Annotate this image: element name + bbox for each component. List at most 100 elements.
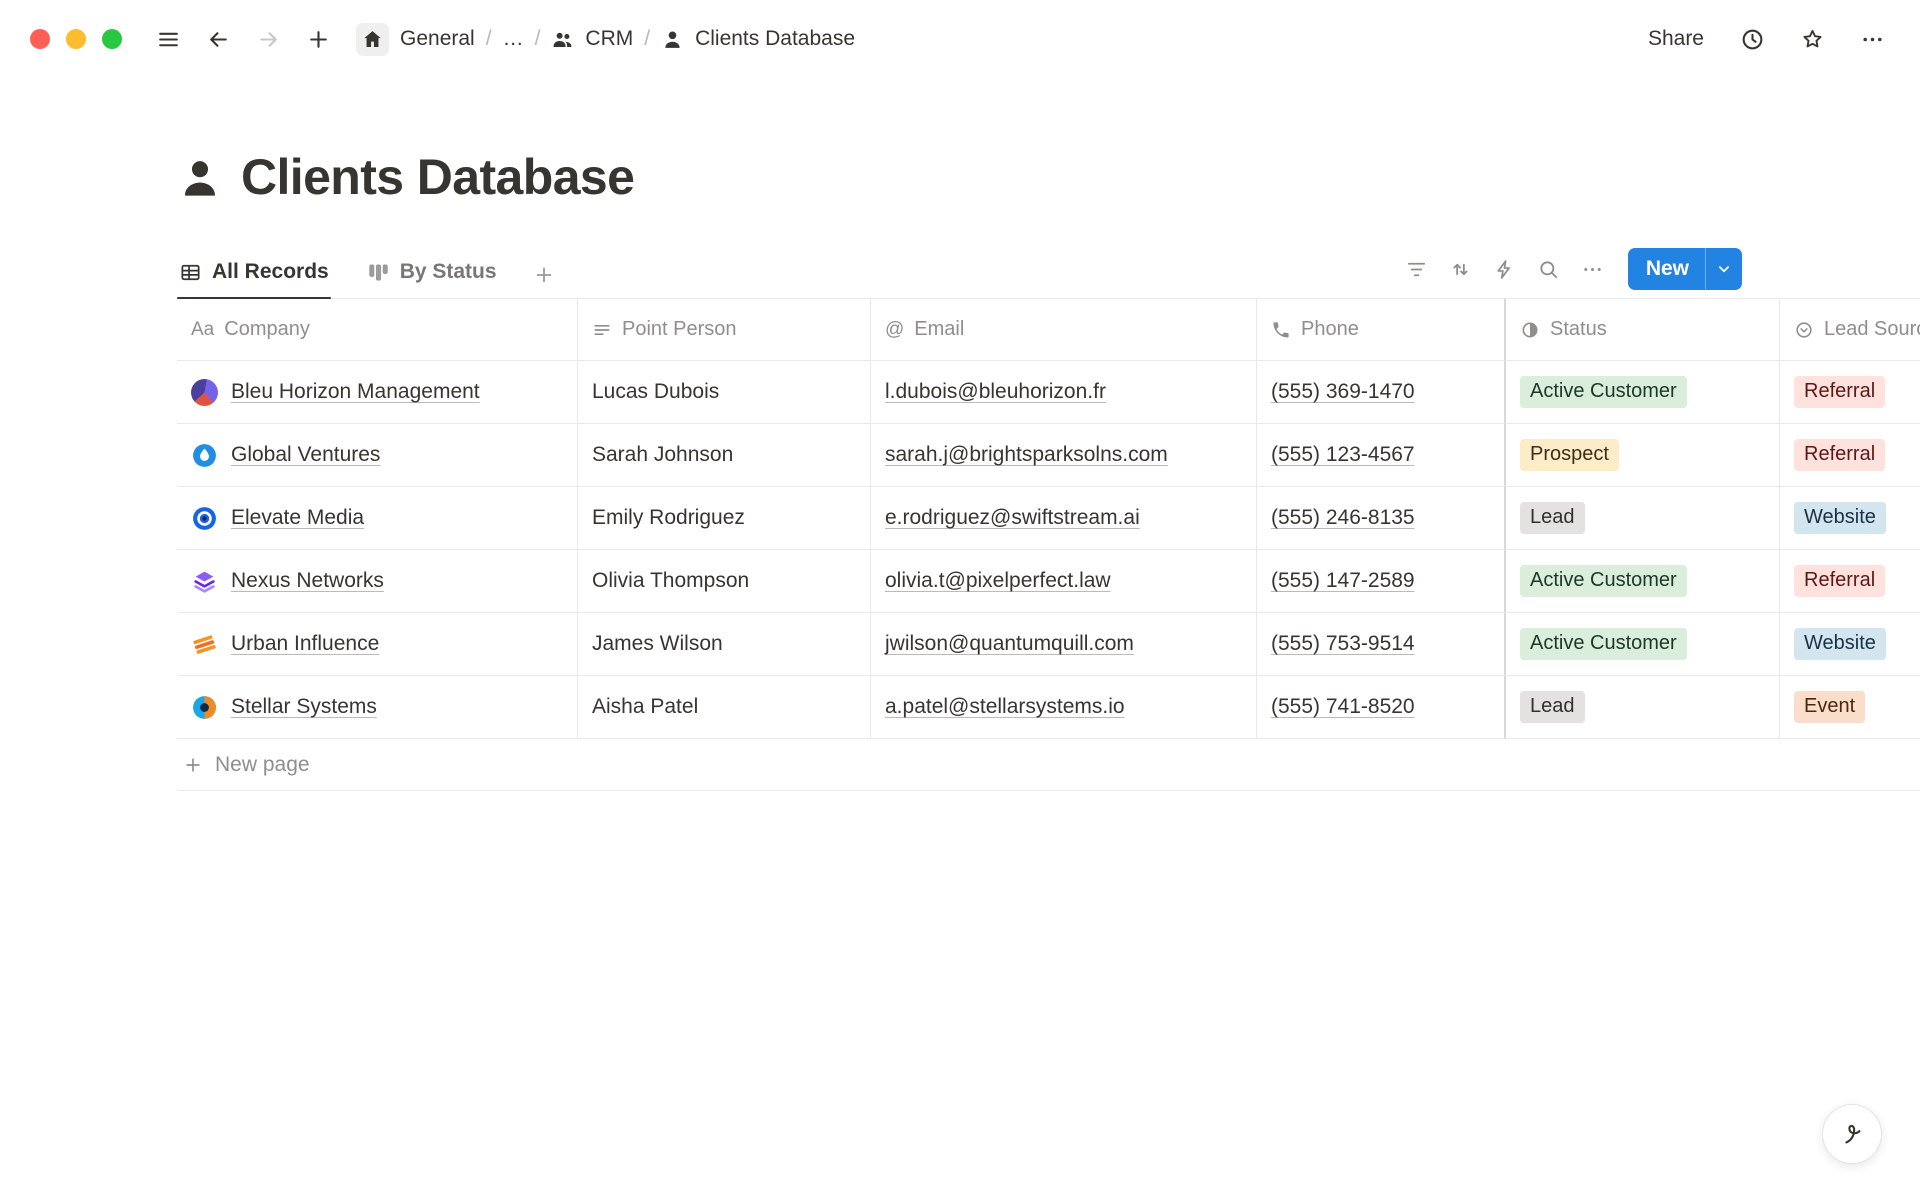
column-header-status[interactable]: Status bbox=[1505, 299, 1780, 361]
email-link[interactable]: l.dubois@bleuhorizon.fr bbox=[885, 380, 1106, 404]
page-title[interactable]: Clients Database bbox=[241, 150, 634, 205]
lead-source-cell[interactable]: Website bbox=[1780, 613, 1920, 676]
zoom-window-button[interactable] bbox=[102, 29, 122, 49]
lead-source-cell[interactable]: Website bbox=[1780, 487, 1920, 550]
breadcrumb-item-clients-database[interactable]: Clients Database bbox=[695, 27, 855, 51]
phone-cell[interactable]: (555) 246-8135 bbox=[1257, 487, 1505, 550]
search-icon[interactable] bbox=[1530, 250, 1568, 288]
new-record-button-label[interactable]: New bbox=[1628, 248, 1705, 290]
more-options-icon[interactable] bbox=[1854, 21, 1890, 57]
point-person-cell[interactable]: Emily Rodriguez bbox=[578, 487, 871, 550]
email-cell[interactable]: a.patel@stellarsystems.io bbox=[871, 676, 1257, 739]
phone-cell[interactable]: (555) 369-1470 bbox=[1257, 361, 1505, 424]
table-row[interactable]: Nexus Networks Olivia Thompson olivia.t@… bbox=[177, 550, 1920, 613]
breadcrumb-item-general[interactable]: General bbox=[400, 27, 475, 51]
company-link[interactable]: Bleu Horizon Management bbox=[231, 380, 480, 404]
company-link[interactable]: Stellar Systems bbox=[231, 695, 377, 719]
company-cell[interactable]: Bleu Horizon Management bbox=[177, 361, 578, 424]
column-header-company[interactable]: Aa Company bbox=[177, 299, 578, 361]
email-link[interactable]: e.rodriguez@swiftstream.ai bbox=[885, 506, 1140, 530]
new-page-button[interactable]: New page bbox=[177, 739, 1920, 791]
home-icon[interactable] bbox=[356, 23, 389, 56]
email-link[interactable]: a.patel@stellarsystems.io bbox=[885, 695, 1125, 719]
lead-source-cell[interactable]: Referral bbox=[1780, 550, 1920, 613]
table-row[interactable]: Urban Influence James Wilson jwilson@qua… bbox=[177, 613, 1920, 676]
column-header-email[interactable]: @ Email bbox=[871, 299, 1257, 361]
phone-icon bbox=[1271, 320, 1291, 340]
breadcrumb-item-crm[interactable]: CRM bbox=[585, 27, 633, 51]
email-link[interactable]: olivia.t@pixelperfect.law bbox=[885, 569, 1111, 593]
company-link[interactable]: Global Ventures bbox=[231, 443, 380, 467]
table-row[interactable]: Global Ventures Sarah Johnson sarah.j@br… bbox=[177, 424, 1920, 487]
ai-assistant-button[interactable] bbox=[1822, 1104, 1882, 1164]
history-clock-icon[interactable] bbox=[1734, 21, 1770, 57]
back-icon[interactable] bbox=[200, 21, 236, 57]
phone-link[interactable]: (555) 123-4567 bbox=[1271, 443, 1415, 467]
column-header-point-person[interactable]: Point Person bbox=[578, 299, 871, 361]
company-cell[interactable]: Nexus Networks bbox=[177, 550, 578, 613]
company-cell[interactable]: Stellar Systems bbox=[177, 676, 578, 739]
bolt-icon[interactable] bbox=[1486, 250, 1524, 288]
email-cell[interactable]: sarah.j@brightsparksolns.com bbox=[871, 424, 1257, 487]
phone-cell[interactable]: (555) 741-8520 bbox=[1257, 676, 1505, 739]
status-cell[interactable]: Lead bbox=[1505, 487, 1780, 550]
phone-cell[interactable]: (555) 147-2589 bbox=[1257, 550, 1505, 613]
view-more-icon[interactable] bbox=[1574, 250, 1612, 288]
favorite-star-icon[interactable] bbox=[1794, 21, 1830, 57]
minimize-window-button[interactable] bbox=[66, 29, 86, 49]
status-cell[interactable]: Active Customer bbox=[1505, 550, 1780, 613]
table-row[interactable]: Bleu Horizon Management Lucas Dubois l.d… bbox=[177, 361, 1920, 424]
email-cell[interactable]: e.rodriguez@swiftstream.ai bbox=[871, 487, 1257, 550]
sort-icon[interactable] bbox=[1442, 250, 1480, 288]
status-cell[interactable]: Active Customer bbox=[1505, 613, 1780, 676]
point-person-cell[interactable]: Sarah Johnson bbox=[578, 424, 871, 487]
column-header-phone[interactable]: Phone bbox=[1257, 299, 1505, 361]
table-row[interactable]: Stellar Systems Aisha Patel a.patel@stel… bbox=[177, 676, 1920, 739]
new-tab-icon[interactable] bbox=[300, 21, 336, 57]
new-record-button[interactable]: New bbox=[1628, 248, 1742, 290]
email-cell[interactable]: olivia.t@pixelperfect.law bbox=[871, 550, 1257, 613]
breadcrumb-item-ellipsis[interactable]: … bbox=[503, 27, 524, 51]
close-window-button[interactable] bbox=[30, 29, 50, 49]
tab-by-status[interactable]: By Status bbox=[365, 252, 499, 298]
forward-icon[interactable] bbox=[250, 21, 286, 57]
status-cell[interactable]: Active Customer bbox=[1505, 361, 1780, 424]
company-cell[interactable]: Urban Influence bbox=[177, 613, 578, 676]
add-view-icon[interactable] bbox=[533, 264, 555, 298]
company-link[interactable]: Elevate Media bbox=[231, 506, 364, 530]
table-row[interactable]: Elevate Media Emily Rodriguez e.rodrigue… bbox=[177, 487, 1920, 550]
lead-source-cell[interactable]: Event bbox=[1780, 676, 1920, 739]
lead-source-cell[interactable]: Referral bbox=[1780, 424, 1920, 487]
point-person-cell[interactable]: James Wilson bbox=[578, 613, 871, 676]
company-cell[interactable]: Elevate Media bbox=[177, 487, 578, 550]
phone-cell[interactable]: (555) 123-4567 bbox=[1257, 424, 1505, 487]
phone-link[interactable]: (555) 741-8520 bbox=[1271, 695, 1415, 719]
phone-link[interactable]: (555) 753-9514 bbox=[1271, 632, 1415, 656]
email-link[interactable]: jwilson@quantumquill.com bbox=[885, 632, 1134, 656]
point-person-cell[interactable]: Lucas Dubois bbox=[578, 361, 871, 424]
page-icon-person[interactable] bbox=[177, 155, 223, 201]
tab-all-records[interactable]: All Records bbox=[177, 252, 331, 298]
phone-link[interactable]: (555) 246-8135 bbox=[1271, 506, 1415, 530]
phone-link[interactable]: (555) 369-1470 bbox=[1271, 380, 1415, 404]
company-logo bbox=[191, 505, 218, 532]
email-cell[interactable]: jwilson@quantumquill.com bbox=[871, 613, 1257, 676]
point-person-cell[interactable]: Olivia Thompson bbox=[578, 550, 871, 613]
email-link[interactable]: sarah.j@brightsparksolns.com bbox=[885, 443, 1168, 467]
column-header-lead-source[interactable]: Lead Source bbox=[1780, 299, 1920, 361]
status-cell[interactable]: Prospect bbox=[1505, 424, 1780, 487]
status-cell[interactable]: Lead bbox=[1505, 676, 1780, 739]
phone-cell[interactable]: (555) 753-9514 bbox=[1257, 613, 1505, 676]
point-person-cell[interactable]: Aisha Patel bbox=[578, 676, 871, 739]
share-button[interactable]: Share bbox=[1642, 23, 1710, 55]
table-header-row: Aa Company Point Person @ Email Phone St… bbox=[177, 299, 1920, 361]
company-cell[interactable]: Global Ventures bbox=[177, 424, 578, 487]
company-link[interactable]: Urban Influence bbox=[231, 632, 379, 656]
filter-icon[interactable] bbox=[1398, 250, 1436, 288]
lead-source-cell[interactable]: Referral bbox=[1780, 361, 1920, 424]
sidebar-toggle-icon[interactable] bbox=[150, 21, 186, 57]
phone-link[interactable]: (555) 147-2589 bbox=[1271, 569, 1415, 593]
new-record-dropdown[interactable] bbox=[1705, 248, 1742, 290]
email-cell[interactable]: l.dubois@bleuhorizon.fr bbox=[871, 361, 1257, 424]
company-link[interactable]: Nexus Networks bbox=[231, 569, 384, 593]
